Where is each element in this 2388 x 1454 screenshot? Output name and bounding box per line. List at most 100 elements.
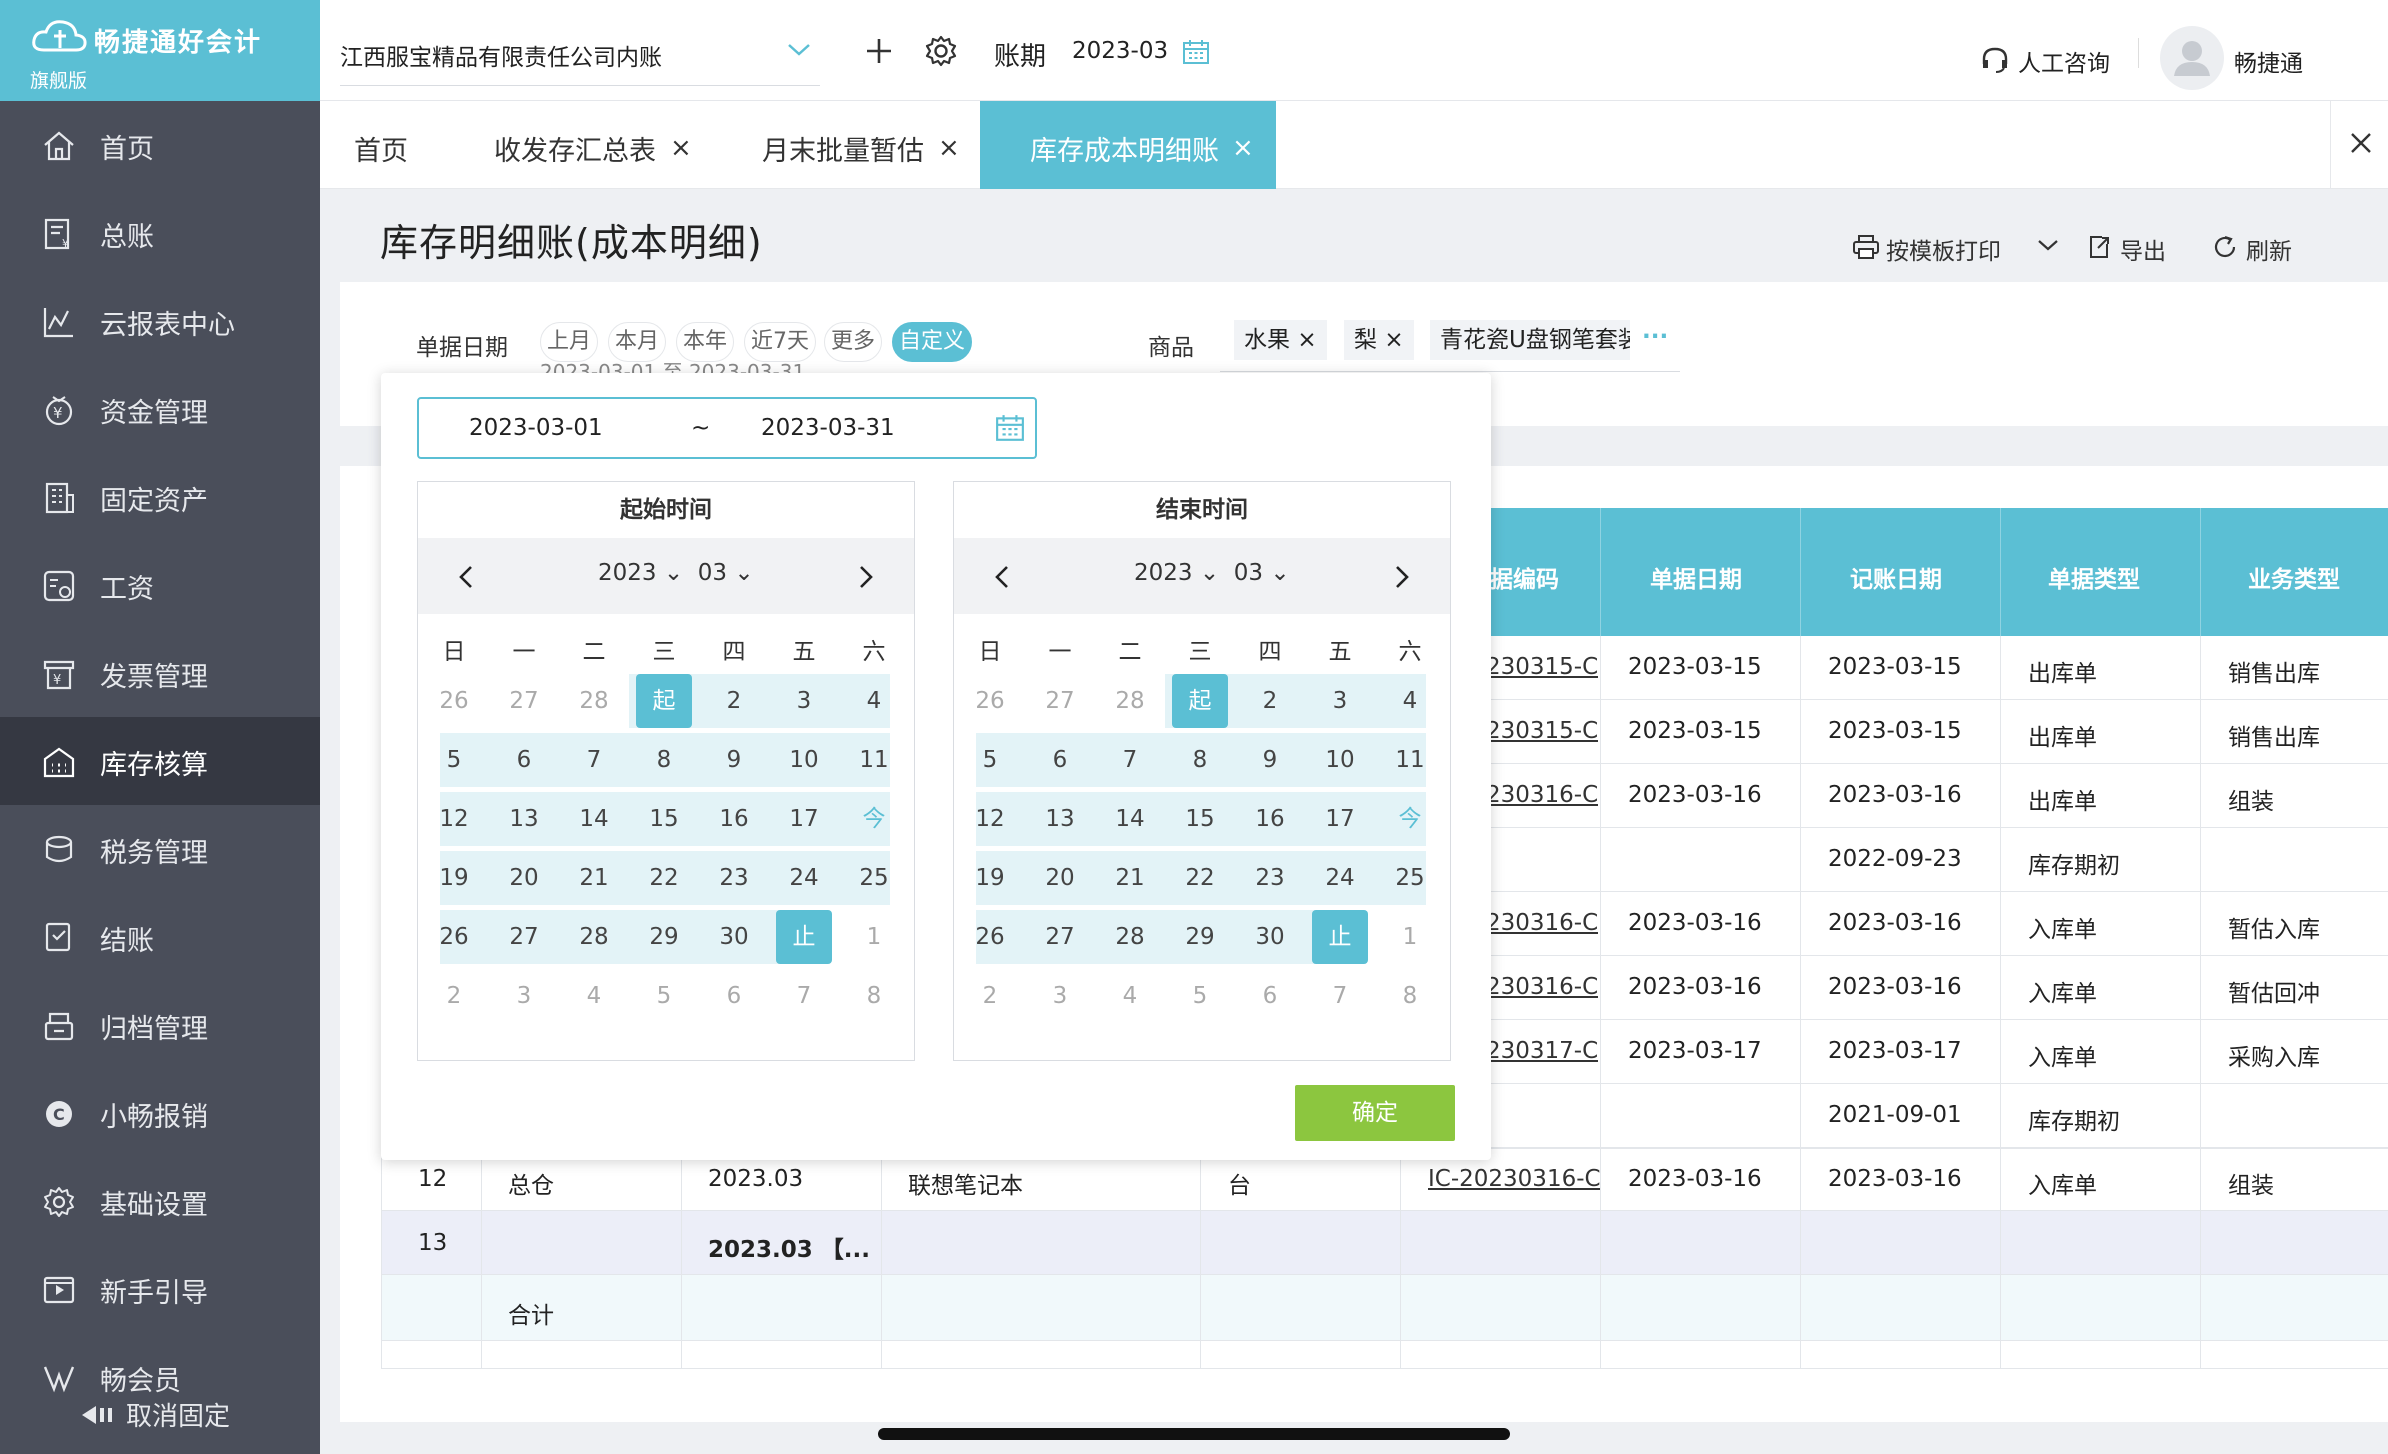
prev-month-icon[interactable] [994, 564, 1010, 594]
calendar-day[interactable]: 4 [846, 674, 902, 728]
calendar-day[interactable]: 4 [566, 969, 622, 1023]
year-select[interactable]: 2023 [1134, 560, 1193, 586]
calendar-day[interactable]: 6 [706, 969, 762, 1023]
next-month-icon[interactable] [1394, 564, 1410, 594]
prev-month-icon[interactable] [458, 564, 474, 594]
calendar-day[interactable]: 26 [962, 674, 1018, 728]
sidebar-item-9[interactable]: 税务管理 [0, 805, 320, 893]
close-all-tabs-button[interactable] [2330, 101, 2388, 189]
calendar-day[interactable]: 3 [1312, 674, 1368, 728]
tab-batch-estimate[interactable]: 月末批量暂估 × [762, 101, 962, 189]
close-icon[interactable]: × [1232, 133, 1254, 163]
calendar-day[interactable]: 10 [1312, 733, 1368, 787]
calendar-day[interactable]: 30 [706, 910, 762, 964]
calendar-day[interactable]: 21 [566, 851, 622, 905]
calendar-day[interactable]: 6 [1032, 733, 1088, 787]
column-header[interactable]: 据编码 [1490, 560, 1559, 594]
calendar-day[interactable]: 今 [1382, 792, 1438, 846]
month-select[interactable]: 03 [698, 560, 727, 586]
column-header[interactable]: 业务类型 [2248, 560, 2340, 594]
date-range-input[interactable]: 2023-03-01 ~ 2023-03-31 [417, 397, 1037, 459]
company-selector[interactable]: 江西服宝精品有限责任公司内账 [340, 34, 820, 86]
calendar-day[interactable]: 7 [776, 969, 832, 1023]
calendar-day[interactable]: 30 [1242, 910, 1298, 964]
calendar-day[interactable]: 6 [496, 733, 552, 787]
calendar-day[interactable]: 16 [1242, 792, 1298, 846]
calendar-day[interactable]: 3 [1032, 969, 1088, 1023]
calendar-day[interactable]: 7 [566, 733, 622, 787]
calendar-day[interactable]: 29 [1172, 910, 1228, 964]
calendar-day[interactable]: 今 [846, 792, 902, 846]
more-goods-icon[interactable]: ··· [1642, 324, 1668, 350]
calendar-day[interactable]: 3 [496, 969, 552, 1023]
calendar-day[interactable]: 6 [1242, 969, 1298, 1023]
calendar-day[interactable]: 5 [426, 733, 482, 787]
close-icon[interactable]: × [670, 133, 692, 163]
calendar-day[interactable]: 10 [776, 733, 832, 787]
calendar-day[interactable]: 16 [706, 792, 762, 846]
calendar-day[interactable]: 19 [426, 851, 482, 905]
calendar-icon[interactable] [1182, 38, 1210, 66]
calendar-day[interactable]: 起 [636, 674, 692, 728]
calendar-icon[interactable] [995, 413, 1025, 443]
sidebar-item-8[interactable]: 库存核算 [0, 717, 320, 805]
calendar-day[interactable]: 15 [636, 792, 692, 846]
confirm-button[interactable]: 确定 [1295, 1085, 1455, 1141]
calendar-day[interactable]: 8 [1382, 969, 1438, 1023]
calendar-day[interactable]: 2 [426, 969, 482, 1023]
calendar-day[interactable]: 14 [1102, 792, 1158, 846]
calendar-day[interactable]: 27 [496, 910, 552, 964]
gear-icon[interactable] [924, 34, 958, 68]
calendar-day[interactable]: 起 [1172, 674, 1228, 728]
calendar-day[interactable]: 23 [1242, 851, 1298, 905]
calendar-day[interactable]: 27 [1032, 674, 1088, 728]
calendar-day[interactable]: 20 [496, 851, 552, 905]
doc-code-link[interactable]: IC-20230316-C [1428, 1166, 1600, 1192]
calendar-day[interactable]: 28 [566, 674, 622, 728]
scroll-indicator[interactable] [878, 1428, 1510, 1440]
calendar-day[interactable]: 27 [1032, 910, 1088, 964]
period-value[interactable]: 2023-03 [1072, 38, 1168, 64]
calendar-day[interactable]: 9 [1242, 733, 1298, 787]
calendar-day[interactable]: 5 [1172, 969, 1228, 1023]
sidebar-item-4[interactable]: ¥ 资金管理 [0, 365, 320, 453]
tab-inventory-cost[interactable]: 库存成本明细账 × [980, 101, 1276, 189]
sidebar-item-5[interactable]: 固定资产 [0, 453, 320, 541]
calendar-day[interactable]: 8 [636, 733, 692, 787]
calendar-day[interactable]: 13 [496, 792, 552, 846]
calendar-day[interactable]: 28 [1102, 910, 1158, 964]
calendar-day[interactable]: 5 [962, 733, 1018, 787]
calendar-day[interactable]: 1 [1382, 910, 1438, 964]
calendar-day[interactable]: 29 [636, 910, 692, 964]
calendar-day[interactable]: 22 [1172, 851, 1228, 905]
calendar-day[interactable]: 止 [776, 910, 832, 964]
add-icon[interactable] [864, 36, 894, 66]
tab-summary[interactable]: 收发存汇总表 × [494, 101, 694, 189]
close-icon[interactable]: × [938, 133, 960, 163]
sidebar-item-7[interactable]: ¥ 发票管理 [0, 629, 320, 717]
calendar-day[interactable]: 25 [1382, 851, 1438, 905]
calendar-day[interactable]: 24 [1312, 851, 1368, 905]
sidebar-item-12[interactable]: C 小畅报销 [0, 1069, 320, 1157]
chip-custom[interactable]: 自定义 [892, 322, 973, 362]
column-header[interactable]: 记账日期 [1850, 560, 1942, 594]
sidebar-item-11[interactable]: 归档管理 [0, 981, 320, 1069]
calendar-day[interactable]: 2 [1242, 674, 1298, 728]
calendar-day[interactable]: 止 [1312, 910, 1368, 964]
calendar-day[interactable]: 26 [962, 910, 1018, 964]
calendar-day[interactable]: 17 [776, 792, 832, 846]
sidebar-item-15[interactable]: 畅会员 [0, 1333, 320, 1393]
calendar-day[interactable]: 8 [1172, 733, 1228, 787]
calendar-day[interactable]: 28 [566, 910, 622, 964]
calendar-day[interactable]: 3 [776, 674, 832, 728]
tab-home[interactable]: 首页 [354, 101, 434, 189]
calendar-day[interactable]: 23 [706, 851, 762, 905]
sidebar-item-13[interactable]: 基础设置 [0, 1157, 320, 1245]
month-select[interactable]: 03 [1234, 560, 1263, 586]
calendar-day[interactable]: 22 [636, 851, 692, 905]
chip-more[interactable]: 更多 [824, 322, 883, 362]
year-select[interactable]: 2023 [598, 560, 657, 586]
sidebar-item-10[interactable]: 结账 [0, 893, 320, 981]
goods-selector[interactable]: 水果 × 梨 × 青花瓷U盘钢笔套装 ··· [1220, 314, 1680, 372]
year-month-selector[interactable]: 2023 ⌄ 03 ⌄ [598, 560, 754, 586]
